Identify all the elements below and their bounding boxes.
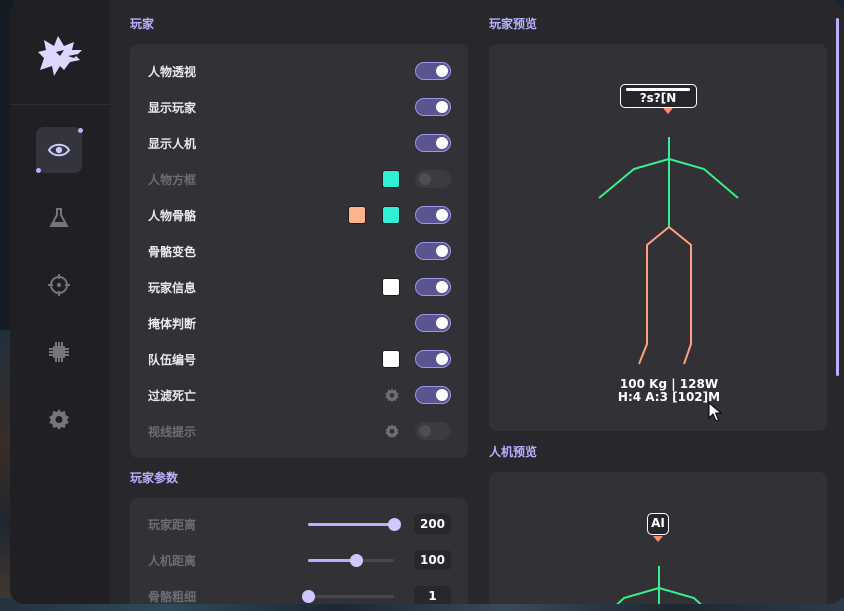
gear-icon[interactable]: [384, 423, 400, 439]
section-title-player-preview: 玩家预览: [489, 17, 538, 31]
wolf-logo-icon: [38, 36, 82, 76]
nav-settings[interactable]: [36, 396, 82, 442]
bot-skeleton: [616, 566, 702, 604]
option-label: 视线提示: [148, 425, 197, 439]
option-row: 队伍编号: [130, 342, 468, 378]
option-label: 过滤死亡: [148, 389, 197, 403]
toggle-knob: [436, 389, 448, 401]
slider-thumb[interactable]: [388, 518, 401, 531]
skeleton-lower: [638, 226, 692, 365]
player-options-panel: 人物透视显示玩家显示人机人物方框人物骨骼骨骼变色玩家信息掩体判断队伍编号过滤死亡…: [130, 44, 468, 458]
player-params-panel: 玩家距离 200 人机距离 100 骨骼粗细 1: [130, 498, 468, 604]
option-label: 显示玩家: [148, 101, 197, 115]
param-value[interactable]: 1: [414, 586, 451, 604]
option-label: 人物骨骼: [148, 209, 197, 223]
param-label: 人机距离: [148, 554, 197, 568]
option-row: 显示玩家: [130, 90, 468, 126]
crosshair-icon: [48, 274, 70, 296]
nav-memory[interactable]: [36, 329, 82, 375]
nav-indicator-dot: [78, 128, 83, 133]
nav-aim[interactable]: [36, 262, 82, 308]
param-label: 骨骼粗细: [148, 590, 197, 604]
toggle-knob: [436, 317, 448, 329]
toggle-switch[interactable]: [415, 170, 451, 188]
sidebar: [10, 0, 110, 604]
skeleton-upper: [598, 137, 739, 227]
option-label: 显示人机: [148, 137, 197, 151]
toggle-switch[interactable]: [415, 386, 451, 404]
toggle-switch[interactable]: [415, 134, 451, 152]
nav-misc[interactable]: [36, 195, 82, 241]
gear-icon: [49, 409, 69, 430]
slider-fill: [308, 559, 357, 562]
option-label: 队伍编号: [148, 353, 197, 367]
toggle-knob: [436, 245, 448, 257]
toggle-switch[interactable]: [415, 206, 451, 224]
player-info-line2: H:4 A:3 [102]M: [617, 390, 721, 404]
color-swatch[interactable]: [348, 206, 366, 224]
menu-window: 玩家 人物透视显示玩家显示人机人物方框人物骨骼骨骼变色玩家信息掩体判断队伍编号过…: [10, 0, 844, 604]
option-row: 视线提示: [130, 414, 468, 450]
option-row: 骨骼变色: [130, 234, 468, 270]
chip-icon: [49, 342, 69, 362]
color-swatch[interactable]: [382, 278, 400, 296]
toggle-knob: [419, 425, 431, 437]
player-preview-panel: ?s?[N 100 Kg | 128W H:4 A:3 [102]M: [489, 44, 827, 431]
color-swatch[interactable]: [382, 170, 400, 188]
slider-thumb[interactable]: [350, 554, 364, 567]
option-label: 人物方框: [148, 173, 197, 187]
toggle-switch[interactable]: [415, 350, 451, 368]
toggle-knob: [436, 65, 448, 77]
param-value[interactable]: 200: [414, 514, 451, 534]
toggle-switch[interactable]: [415, 278, 451, 296]
toggle-knob: [436, 353, 448, 365]
toggle-knob: [436, 281, 448, 293]
slider-thumb[interactable]: [302, 590, 315, 603]
option-row: 人物方框: [130, 162, 468, 198]
toggle-switch[interactable]: [415, 62, 451, 80]
option-row: 显示人机: [130, 126, 468, 162]
option-row: 过滤死亡: [130, 378, 468, 414]
slider-track[interactable]: [308, 518, 401, 531]
section-title-player: 玩家: [130, 17, 155, 31]
slider-track[interactable]: [308, 554, 394, 567]
toggle-knob: [419, 173, 431, 185]
toggle-switch[interactable]: [415, 422, 451, 440]
slider-fill: [308, 523, 394, 526]
color-swatch[interactable]: [382, 206, 400, 224]
preview-scrollbar[interactable]: [836, 18, 839, 376]
toggle-knob: [436, 137, 448, 149]
nav-indicator-dot: [36, 168, 41, 173]
param-row: 骨骼粗细 1: [130, 579, 468, 604]
option-row: 人物透视: [130, 54, 468, 90]
option-label: 骨骼变色: [148, 245, 197, 259]
option-label: 掩体判断: [148, 317, 197, 331]
param-label: 玩家距离: [148, 518, 197, 532]
bot-preview-panel: AI: [489, 472, 827, 604]
toggle-switch[interactable]: [415, 98, 451, 116]
eye-icon: [47, 143, 71, 157]
player-skeleton: [598, 137, 739, 365]
toggle-knob: [436, 209, 448, 221]
slider-track[interactable]: [302, 590, 394, 603]
option-row: 掩体判断: [130, 306, 468, 342]
mouse-cursor-icon: [708, 402, 722, 422]
toggle-knob: [436, 101, 448, 113]
nav-visuals[interactable]: [36, 127, 82, 173]
option-row: 玩家信息: [130, 270, 468, 306]
color-swatch[interactable]: [382, 350, 400, 368]
section-title-bot-preview: 人机预览: [489, 445, 538, 459]
param-row: 人机距离 100: [130, 543, 468, 579]
option-label: 人物透视: [148, 65, 197, 79]
toggle-switch[interactable]: [415, 242, 451, 260]
option-row: 人物骨骼: [130, 198, 468, 234]
section-title-player-params: 玩家参数: [130, 471, 179, 485]
param-row: 玩家距离 200: [130, 507, 468, 543]
option-label: 玩家信息: [148, 281, 197, 295]
toggle-switch[interactable]: [415, 314, 451, 332]
flask-icon: [49, 208, 69, 227]
gear-icon[interactable]: [384, 387, 400, 403]
param-value[interactable]: 100: [414, 550, 451, 570]
sidebar-divider: [10, 104, 110, 105]
